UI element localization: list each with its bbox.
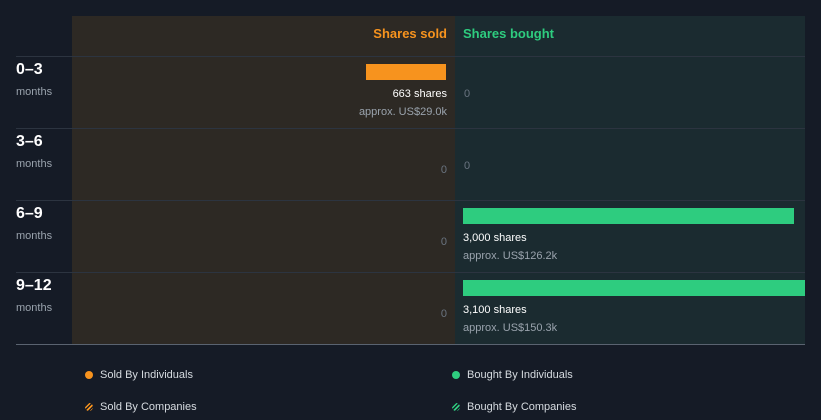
header-shares-bought: Shares bought	[463, 26, 555, 41]
sold-bar	[366, 64, 446, 80]
period-unit: months	[16, 158, 53, 170]
bought-bar	[463, 208, 794, 224]
legend-label: Bought By Companies	[467, 401, 577, 413]
row-divider	[16, 272, 805, 273]
row-divider	[16, 344, 805, 345]
sold-approx-value: approx. US$29.0k	[358, 106, 447, 118]
period-label: 0–3	[16, 61, 43, 78]
bought-zero-value: 0	[464, 160, 471, 172]
sold-zero-value: 0	[440, 308, 447, 320]
legend-hatch-icon	[85, 403, 93, 411]
sold-zero-value: 0	[440, 236, 447, 248]
sold-zero-value: 0	[440, 164, 447, 176]
period-label: 6–9	[16, 205, 43, 222]
period-label: 3–6	[16, 133, 43, 150]
legend-hatch-icon	[452, 403, 460, 411]
legend-dot-icon	[85, 371, 93, 379]
legend-dot-icon	[452, 371, 460, 379]
bought-approx-value: approx. US$150.3k	[463, 322, 558, 334]
sold-shares-text: 663 shares	[392, 88, 447, 100]
period-unit: months	[16, 302, 53, 314]
period-label: 9–12	[16, 277, 52, 294]
legend-label: Sold By Individuals	[100, 369, 193, 381]
row-divider	[16, 200, 805, 201]
period-unit: months	[16, 230, 53, 242]
bought-zero-value: 0	[464, 88, 471, 100]
header-shares-sold: Shares sold	[373, 26, 447, 41]
bought-shares-text: 3,100 shares	[463, 304, 527, 316]
row-divider	[16, 56, 805, 57]
period-unit: months	[16, 86, 53, 98]
row-divider	[16, 128, 805, 129]
bought-shares-text: 3,000 shares	[463, 232, 527, 244]
bought-bar	[463, 280, 805, 296]
legend-label: Bought By Individuals	[467, 369, 573, 381]
bought-approx-value: approx. US$126.2k	[463, 250, 558, 262]
legend-label: Sold By Companies	[100, 401, 197, 413]
